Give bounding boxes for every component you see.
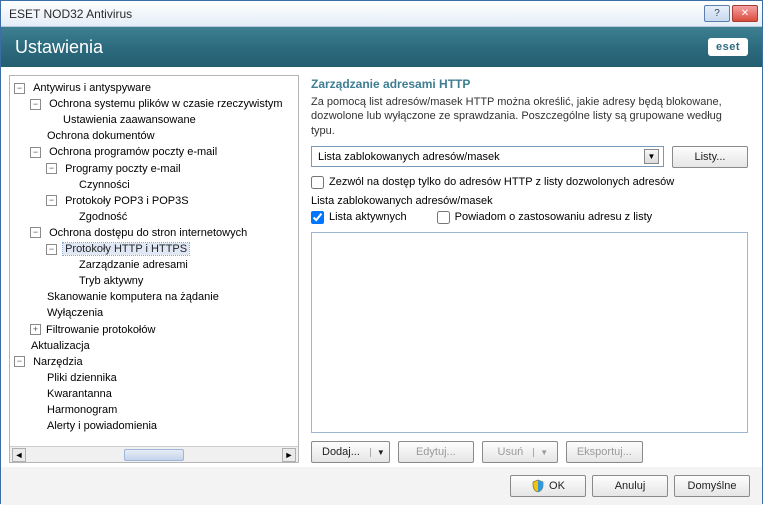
tree-node-exclusions[interactable]: Wyłączenia [45,307,105,319]
list-type-combo[interactable]: Lista zablokowanych adresów/masek ▼ [311,146,664,167]
tree-node-email-programs[interactable]: Programy poczty e-mail [63,163,183,175]
collapse-icon[interactable]: − [14,83,25,94]
tree-h-scrollbar[interactable]: ◄ ► [10,446,298,462]
tree-node-scheduler[interactable]: Harmonogram [45,404,119,416]
address-listbox[interactable] [311,232,748,433]
tree-node-update[interactable]: Aktualizacja [29,340,92,352]
chevron-down-icon[interactable]: ▼ [644,149,659,164]
edit-button[interactable]: Edytuj... [398,441,474,463]
lists-button[interactable]: Listy... [672,146,748,168]
cancel-button[interactable]: Anuluj [592,475,668,497]
allow-only-checkbox[interactable] [311,176,324,189]
delete-button[interactable]: Usuń ▼ [482,441,558,463]
collapse-icon[interactable]: − [30,227,41,238]
notify-label: Powiadom o zastosowaniu adresu z listy [455,211,652,223]
tree-node-advanced[interactable]: Ustawienia zaawansowane [61,114,198,126]
group-label: Lista zablokowanych adresów/masek [311,195,748,207]
tree-node-active-mode[interactable]: Tryb aktywny [77,275,145,287]
tree-node-documents[interactable]: Ochrona dokumentów [45,130,157,142]
tree-node-pop3[interactable]: Protokoły POP3 i POP3S [63,195,191,207]
combo-value: Lista zablokowanych adresów/masek [318,151,500,163]
expand-icon[interactable]: + [30,324,41,335]
add-button[interactable]: Dodaj... ▼ [311,441,390,463]
default-button[interactable]: Domyślne [674,475,750,497]
tree-node-ondemand[interactable]: Skanowanie komputera na żądanie [45,291,221,303]
chevron-down-icon[interactable]: ▼ [370,448,385,457]
ok-button[interactable]: OK [510,475,586,497]
scroll-left-icon[interactable]: ◄ [12,448,26,462]
active-list-checkbox-row[interactable]: Lista aktywnych [311,211,407,224]
close-button[interactable]: ✕ [732,5,758,22]
tree-node-antivirus[interactable]: Antywirus i antyspyware [31,82,153,94]
tree-node-email[interactable]: Ochrona programów poczty e-mail [47,146,219,158]
app-header: Ustawienia eset [1,27,762,67]
collapse-icon[interactable]: − [46,244,57,255]
settings-tree[interactable]: − Antywirus i antyspyware − Ochrona syst… [10,76,298,446]
section-description: Za pomocą list adresów/masek HTTP można … [311,95,748,138]
content-pane: Zarządzanie adresami HTTP Za pomocą list… [303,67,762,467]
collapse-icon[interactable]: − [30,147,41,158]
tree-node-web[interactable]: Ochrona dostępu do stron internetowych [47,227,249,239]
tree-node-actions[interactable]: Czynności [77,179,132,191]
active-list-checkbox[interactable] [311,211,324,224]
page-title: Ustawienia [15,37,103,58]
tree-node-realtime[interactable]: Ochrona systemu plików w czasie rzeczywi… [47,98,285,110]
tree-node-alerts[interactable]: Alerty i powiadomienia [45,420,159,432]
shield-icon [531,479,545,493]
window-buttons: ? ✕ [704,5,758,22]
collapse-icon[interactable]: − [46,195,57,206]
export-button[interactable]: Eksportuj... [566,441,643,463]
tree-node-logs[interactable]: Pliki dziennika [45,372,119,384]
allow-only-checkbox-row[interactable]: Zezwól na dostęp tylko do adresów HTTP z… [311,176,748,189]
tree-node-http[interactable]: Protokoły HTTP i HTTPS [63,243,189,255]
section-heading: Zarządzanie adresami HTTP [311,77,748,91]
tree-node-compat[interactable]: Zgodność [77,211,129,223]
scroll-thumb[interactable] [124,449,184,461]
window-title: ESET NOD32 Antivirus [5,7,704,21]
notify-checkbox-row[interactable]: Powiadom o zastosowaniu adresu z listy [437,211,652,224]
notify-checkbox[interactable] [437,211,450,224]
brand-logo: eset [708,38,748,56]
collapse-icon[interactable]: − [30,99,41,110]
tree-node-address-mgmt[interactable]: Zarządzanie adresami [77,259,190,271]
help-button[interactable]: ? [704,5,730,22]
scroll-right-icon[interactable]: ► [282,448,296,462]
active-list-label: Lista aktywnych [329,211,407,223]
dialog-footer: OK Anuluj Domyślne [1,467,762,505]
chevron-down-icon[interactable]: ▼ [533,448,548,457]
tree-node-protocol-filter[interactable]: Filtrowanie protokołów [44,324,157,336]
allow-only-label: Zezwól na dostęp tylko do adresów HTTP z… [329,176,674,188]
collapse-icon[interactable]: − [46,163,57,174]
tree-node-tools[interactable]: Narzędzia [31,356,85,368]
window-titlebar: ESET NOD32 Antivirus ? ✕ [1,1,762,27]
collapse-icon[interactable]: − [14,356,25,367]
tree-node-quarantine[interactable]: Kwarantanna [45,388,114,400]
settings-tree-pane: − Antywirus i antyspyware − Ochrona syst… [9,75,299,463]
